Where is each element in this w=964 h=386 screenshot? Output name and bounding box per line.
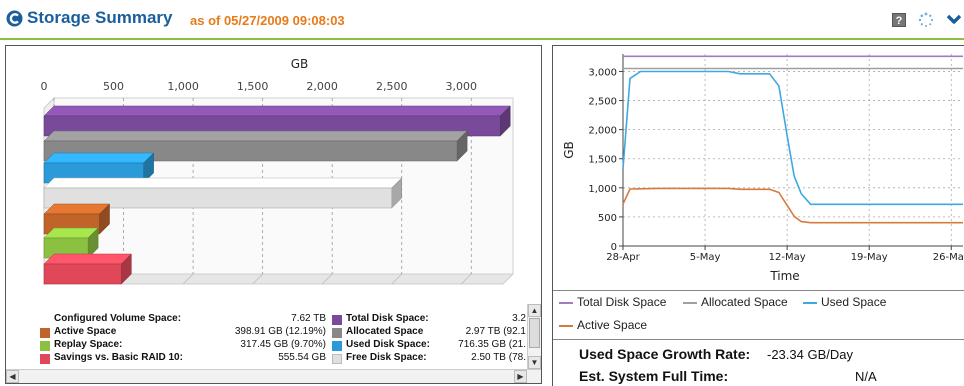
legend-label-used-disk-space: Used Disk Space: (346, 339, 430, 350)
bar-top-total-disk-space (43, 105, 511, 117)
x-tick-label: 12-May (769, 252, 806, 263)
legend-vertical-scrollbar[interactable]: ▲ ▼ (527, 304, 541, 370)
legend-value-total-disk-space: 3.2 (512, 313, 526, 324)
legend-swatch-free-disk-space (332, 354, 342, 364)
legend-label-total-disk-space: Total Disk Space (577, 295, 667, 309)
y-axis-title: GB (562, 141, 576, 159)
legend-label-allocated-space: Allocated Space (701, 295, 788, 309)
y-tick-label: 1,000 (588, 184, 617, 195)
bar-top-allocated-space (43, 130, 468, 142)
storage-summary-header: Storage Summary as of 05/27/2009 09:08:0… (0, 0, 964, 40)
legend-label-active-space: Active Space (577, 318, 648, 332)
bar-savings-vs-basic-raid-10 (43, 263, 122, 285)
legend-label-allocated-space: Allocated Space (346, 326, 424, 337)
x-tick-label: 19-May (851, 252, 888, 263)
legend-swatch-total-disk-space (332, 315, 342, 325)
disk-space-bar-chart: GB 0 500 1,000 1,500 2,000 2,500 3,000 (41, 57, 515, 286)
as-of-timestamp: as of 05/27/2009 09:08:03 (190, 13, 345, 28)
legend-label-used-space: Used Space (821, 295, 887, 309)
y-tick-label: 500 (598, 213, 617, 224)
legend-line-used-space (803, 302, 817, 304)
legend-value-replay-space: 317.45 GB (9.70%) (240, 339, 326, 350)
disk-space-trend-chart: 05001,0001,5002,0002,5003,00028-Apr 5-May… (562, 54, 964, 283)
x-axis-title: Time (769, 269, 799, 283)
legend-line-total-disk-space (559, 302, 573, 304)
page-title: Storage Summary (27, 8, 173, 27)
x-tick-label: 1,000 (167, 80, 199, 93)
legend-value-free-disk-space: 2.50 TB (78. (471, 352, 526, 363)
scroll-up-button[interactable]: ▲ (528, 304, 541, 317)
legend-swatch-used-disk-space (332, 341, 342, 351)
legend-label-savings-raid10: Savings vs. Basic RAID 10: (54, 352, 183, 363)
x-tick-label: 26-May (933, 252, 964, 263)
series-line-used-space (622, 70, 963, 206)
x-tick-label: 1,500 (237, 80, 269, 93)
bar-top-savings-vs-basic-raid-10 (43, 253, 132, 265)
x-tick-label: 2,500 (376, 80, 408, 93)
refresh-logo-icon (6, 10, 23, 27)
growth-rate-label: Used Space Growth Rate: (579, 346, 751, 362)
bar-chart-legend: Configured Volume Space: 7.62 TB Active … (6, 304, 528, 369)
legend-swatch-active-space (40, 328, 50, 338)
legend-swatch-savings-raid10 (40, 354, 50, 364)
legend-line-allocated-space (683, 302, 697, 304)
full-time-value: N/A (855, 369, 877, 384)
bar-top-free-disk-space (43, 177, 403, 189)
y-tick-label: 2,500 (588, 97, 617, 108)
x-tick-label: 2,000 (306, 80, 338, 93)
full-time-label: Est. System Full Time: (579, 368, 729, 384)
legend-value-configured-volume-space: 7.62 TB (291, 313, 326, 324)
legend-value-active-space: 398.91 GB (12.19%) (234, 326, 326, 337)
legend-value-savings-raid10: 555.54 GB (278, 352, 326, 363)
trend-chart-legend: Total Disk Space Allocated Space Used Sp… (553, 290, 964, 340)
x-tick-label: 3,000 (446, 80, 478, 93)
bar-top-active-space (43, 203, 111, 215)
scroll-thumb[interactable] (529, 318, 540, 348)
disk-space-bar-panel: GB 0 500 1,000 1,500 2,000 2,500 3,000 Configur… (5, 45, 542, 384)
legend-label-replay-space: Replay Space: (54, 339, 123, 350)
scroll-right-button[interactable]: ▶ (514, 370, 527, 383)
x-tick-label: 5-May (690, 252, 721, 263)
x-axis-title: GB (291, 57, 309, 71)
legend-value-allocated-space: 2.97 TB (92.1 (465, 326, 526, 337)
scroll-down-button[interactable]: ▼ (528, 356, 541, 369)
legend-swatch-allocated-space (332, 328, 342, 338)
chevron-down-icon[interactable] (946, 13, 962, 27)
x-tick-label: 28-Apr (606, 252, 640, 263)
y-tick-label: 1,500 (588, 155, 617, 166)
legend-label-free-disk-space: Free Disk Space: (346, 352, 427, 363)
growth-rate-value: -23.34 GB/Day (767, 347, 853, 362)
legend-line-active-space (559, 325, 573, 327)
legend-label-active-space: Active Space (54, 326, 117, 337)
bar-top-used-disk-space (43, 152, 155, 164)
series-line-active-space (622, 187, 963, 224)
legend-value-used-disk-space: 716.35 GB (21. (458, 339, 526, 350)
x-tick-label: 0 (41, 80, 48, 93)
help-icon[interactable]: ? (892, 13, 906, 27)
legend-horizontal-scrollbar[interactable]: ◀ ▶ (6, 369, 541, 383)
loading-spinner-icon[interactable] (918, 12, 934, 28)
x-tick-label: 500 (103, 80, 124, 93)
disk-space-trend-panel: 0 500 1,000 1,500 2,000 2,500 3,000 28-Apr 5-May… (552, 45, 964, 386)
scroll-left-button[interactable]: ◀ (6, 370, 19, 383)
y-tick-label: 3,000 (588, 67, 617, 78)
legend-label-total-disk-space: Total Disk Space: (346, 313, 429, 324)
legend-swatch-replay-space (40, 341, 50, 351)
legend-label-configured-volume-space: Configured Volume Space: (54, 313, 182, 324)
y-tick-label: 2,000 (588, 126, 617, 137)
